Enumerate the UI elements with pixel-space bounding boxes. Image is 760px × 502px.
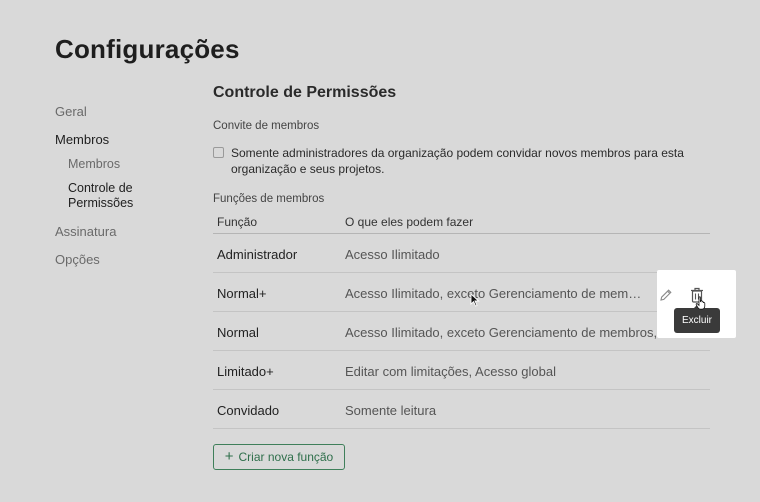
sidebar-subitem-membros[interactable]: Membros [68, 157, 120, 171]
sidebar-item-assinatura[interactable]: Assinatura [55, 224, 116, 239]
sidebar-item-opcoes[interactable]: Opções [55, 252, 100, 267]
mouse-cursor-icon [470, 293, 480, 307]
section-title: Controle de Permissões [213, 84, 397, 101]
pencil-icon[interactable] [659, 288, 673, 302]
column-header-role: Função [217, 215, 258, 229]
sidebar-item-geral[interactable]: Geral [55, 104, 87, 119]
table-row[interactable]: Administrador Acesso Ilimitado [213, 234, 710, 273]
role-permissions: Editar com limitações, Acesso global [345, 364, 556, 379]
table-header: Função O que eles podem fazer [213, 212, 710, 234]
role-permissions: Somente leitura [345, 403, 437, 418]
role-name: Administrador [217, 247, 298, 262]
role-name: Convidado [217, 403, 280, 418]
invite-checkbox-label[interactable]: Somente administradores da organização p… [231, 145, 701, 177]
role-name: Limitado+ [217, 364, 274, 379]
plus-icon: + [224, 448, 234, 465]
delete-tooltip: Excluir [674, 304, 720, 333]
role-name: Normal+ [217, 286, 267, 301]
role-permissions: Acesso Ilimitado, exceto Gerenciamento d… [345, 325, 700, 340]
column-header-permissions: O que eles podem fazer [345, 215, 474, 229]
roles-label: Funções de membros [213, 193, 325, 205]
create-role-button[interactable]: + Criar nova função [213, 444, 345, 470]
role-permissions: Acesso Ilimitado, exceto Gerenciamento d… [345, 286, 645, 301]
hand-cursor-icon [695, 296, 706, 310]
table-row[interactable]: Limitado+ Editar com limitações, Acesso … [213, 351, 710, 390]
invite-checkbox[interactable] [213, 147, 224, 158]
role-permissions: Acesso Ilimitado [345, 247, 440, 262]
invite-label: Convite de membros [213, 120, 320, 132]
create-role-button-label: Criar nova função [238, 450, 334, 464]
table-row[interactable]: Normal Acesso Ilimitado, exceto Gerencia… [213, 312, 710, 351]
page-title: Configurações [55, 34, 240, 64]
role-name: Normal [217, 325, 259, 340]
sidebar-item-membros[interactable]: Membros [55, 132, 109, 147]
sidebar-subitem-controle-permissoes[interactable]: Controle de Permissões [68, 181, 158, 211]
roles-table: Função O que eles podem fazer Administra… [213, 212, 710, 429]
table-row[interactable]: Convidado Somente leitura [213, 390, 710, 429]
table-row[interactable]: Normal+ Acesso Ilimitado, exceto Gerenci… [213, 273, 710, 312]
